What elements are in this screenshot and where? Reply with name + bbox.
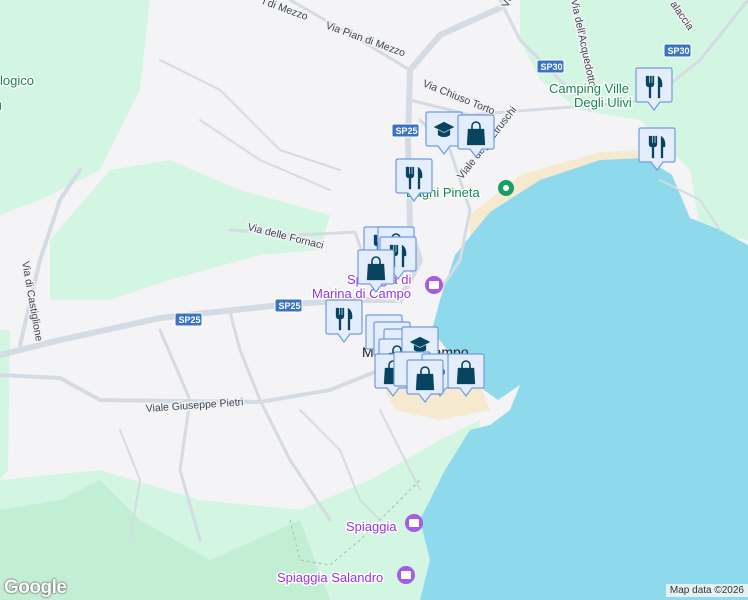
place-spiaggia-marina[interactable]: Marina di Campo [311,285,413,303]
place-camping[interactable]: Degli Ulivi [573,94,634,112]
school-marker[interactable] [425,111,463,155]
camera-pin-icon[interactable] [397,566,415,584]
place-spiaggia[interactable]: Spiaggia [345,518,399,536]
green-pin-icon[interactable] [498,180,514,196]
place-label: d [0,102,2,113]
svg-text:SP25: SP25 [179,315,201,325]
place-spiaggia-salandro[interactable]: Spiaggia Salandro [276,569,385,587]
google-logo: Google [4,577,67,598]
route-shield: SP25 [274,298,303,313]
place-label: logico [0,73,34,88]
map-attribution[interactable]: Map data ©2026 [665,584,748,597]
svg-text:SP25: SP25 [279,301,301,311]
svg-text:SP25: SP25 [396,126,418,136]
camera-pin-icon[interactable] [405,514,423,532]
restaurant-marker[interactable] [325,299,363,343]
place-camping[interactable]: Camping Ville [548,80,631,98]
svg-text:SP30: SP30 [541,62,563,72]
map-canvas[interactable]: i di Mezzo Via Pian di Mezzo Via Chiuso … [0,0,748,600]
road-label: Via Pian di Mezzo [324,20,407,60]
road-label: i di Mezzo [261,0,310,23]
route-shield: SP25 [174,312,203,327]
route-shield: SP30 [536,59,565,74]
route-shield: SP30 [663,43,692,58]
route-shield: SP25 [391,123,420,138]
svg-text:SP30: SP30 [668,46,690,56]
camera-pin-icon[interactable] [425,276,443,294]
